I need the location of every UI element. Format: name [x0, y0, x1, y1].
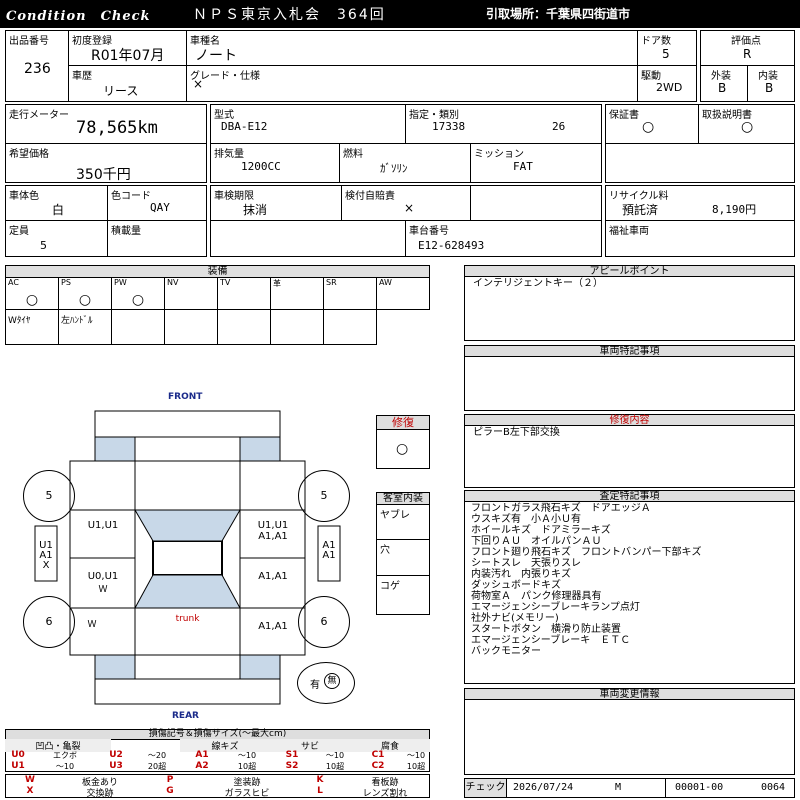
welfare-cell: 福祉車両 — [605, 220, 795, 257]
blank-cell — [605, 143, 795, 183]
note-line: 荷物室Ａ パンク修理器具有 — [471, 591, 602, 602]
right-rear-door-damage: A1,A1 — [258, 571, 288, 582]
checker: M — [615, 782, 622, 793]
note-line: ダッシュボードキズ — [471, 580, 561, 591]
change-info-box — [464, 699, 795, 775]
drive: 2WD — [656, 81, 683, 94]
interior-grade: B — [765, 81, 774, 95]
left-rear-door-w: Ｗ — [98, 585, 108, 595]
special-box — [464, 356, 795, 411]
note-line: フロントガラス飛石キズ ドアエッジＡ — [471, 503, 651, 514]
repair-content-text: ピラーB左下部交換 — [473, 427, 560, 438]
appeal-box: インテリジェントキー（２） — [464, 276, 795, 341]
right-rear-fender-damage: A1,A1 — [258, 621, 288, 632]
footer-bar: チェック 2026/07/24 M 00001-00 0064 — [464, 778, 795, 798]
check-date: 2026/07/24 — [513, 782, 574, 793]
mission-cell: ミッション FAT — [470, 143, 602, 183]
recycle-status: 預託済 — [622, 203, 659, 217]
note-line: 内装汚れ 内張りキズ — [471, 569, 571, 580]
doors-cell: ドア数 5 — [637, 30, 697, 66]
eval-score: R — [743, 47, 752, 61]
note-line: バックモニター — [471, 646, 541, 657]
warranty: ○ — [642, 119, 655, 135]
spare-tire: 有 無 — [297, 662, 355, 704]
note-line: ホイールキズ ドアミラーキズ — [471, 525, 611, 536]
left-pillar-3: X — [42, 560, 50, 571]
right-front-door-damage-2: A1,A1 — [258, 531, 288, 542]
exterior-grade: B — [718, 81, 727, 95]
repair-content-box: ピラーB左下部交換 — [464, 425, 795, 488]
note-line: エマージェンシーブレーキランプ点灯 — [471, 602, 640, 613]
note-line: スタートボタン 横滑り防止装置 — [471, 624, 621, 635]
warranty-cell: 保証書 ○ — [605, 104, 699, 144]
note-line: エマージェンシーブレーキ ＥＴＣ — [471, 635, 631, 646]
footer-code-2: 0064 — [761, 782, 786, 793]
left-front-door-damage: U1,U1 — [87, 520, 119, 531]
recycle-fee: 8,190円 — [712, 203, 757, 216]
manual: ○ — [741, 119, 754, 135]
right-front-door-damage-1: U1,U1 — [257, 520, 289, 531]
drive-cell: 駆動 2WD — [637, 65, 697, 102]
left-rear-fender-w: Ｗ — [87, 620, 97, 630]
footer-code-1: 00001-00 — [675, 782, 724, 793]
trunk-label: trunk — [175, 614, 200, 624]
spare-mark: 無 — [324, 673, 340, 689]
blank-cell-2 — [470, 185, 602, 221]
exterior-cell: 外装 B — [700, 65, 748, 102]
left-rear-door-damage: U0,U1 — [87, 571, 119, 582]
inspection-notes-box: フロントガラス飛石キズ ドアエッジＡ ウスキズ有 小Ａ小Ｕ有 ホイールキズ ドア… — [464, 501, 795, 684]
note-line: 社外ナビ(メモリー) — [471, 613, 559, 624]
pickup-location: 引取場所：千葉県四街道市 — [486, 7, 631, 21]
eval-cell: 評価点 R — [700, 30, 795, 66]
category: 26 — [552, 120, 566, 133]
mission: FAT — [513, 160, 533, 173]
interior-cell: 内装 B — [747, 65, 795, 102]
right-pillar-2: A1 — [322, 550, 336, 561]
note-line: ウスキズ有 小Ａ小Ｕ有 — [471, 514, 581, 525]
manual-cell: 取扱説明書 ○ — [698, 104, 795, 144]
tire-fr: 5 — [298, 470, 350, 522]
appeal-text: インテリジェントキー（２） — [473, 278, 603, 289]
tire-rl: 6 — [23, 596, 75, 648]
recycle-cell: リサイクル料 預託済 8,190円 — [605, 185, 795, 221]
tire-fl: 5 — [23, 470, 75, 522]
note-line: 下回りＡＵ オイルパンＡＵ — [471, 536, 602, 547]
note-line: フロント廻り飛石キズ フロントバンパー下部キズ — [471, 547, 702, 558]
note-line: シートスレ 天張りスレ — [471, 558, 581, 569]
doors: 5 — [662, 47, 670, 61]
tire-rr: 6 — [298, 596, 350, 648]
check-label: チェック — [465, 779, 507, 797]
